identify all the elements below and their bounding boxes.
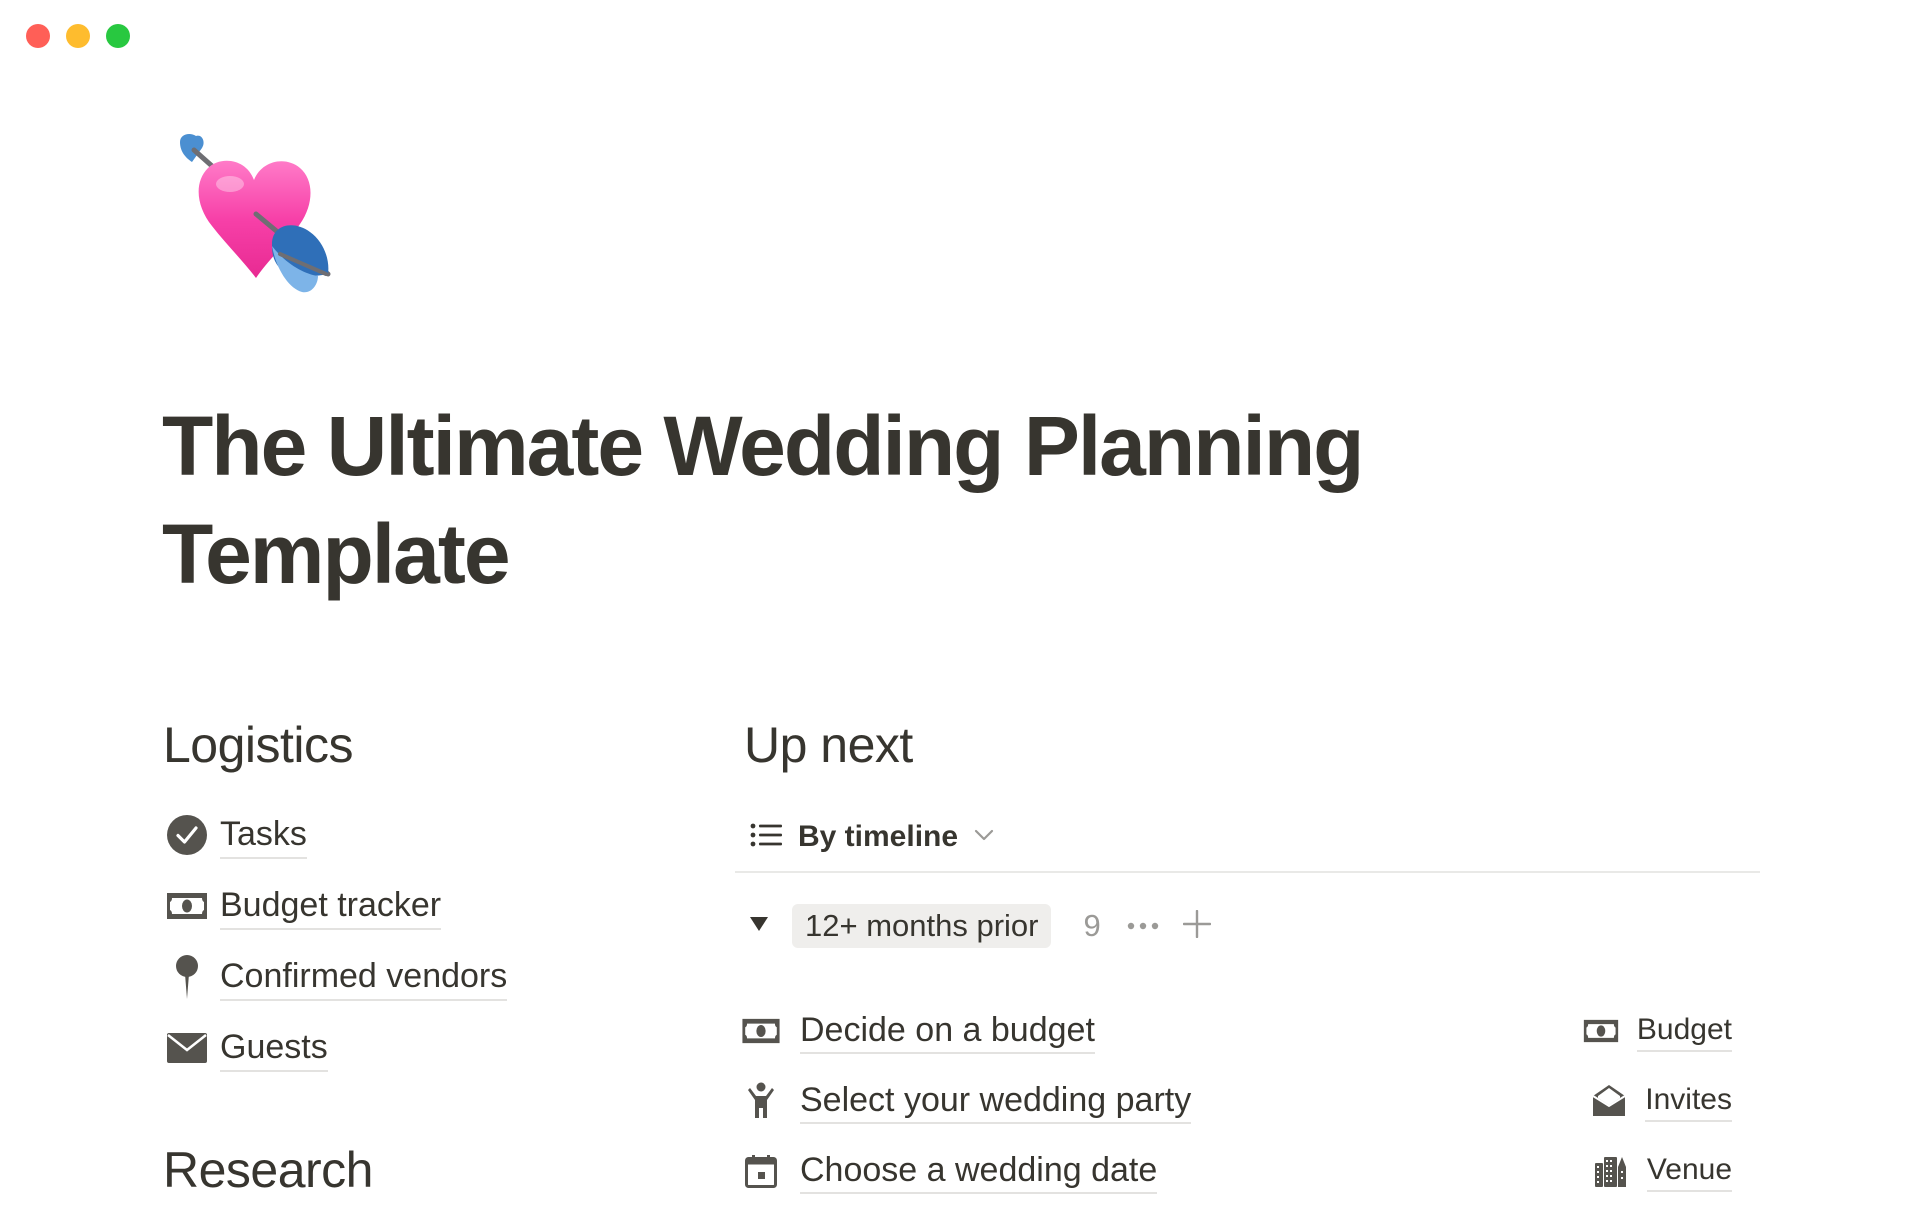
- zoom-window-button[interactable]: [106, 24, 130, 48]
- group-count: 9: [1083, 908, 1101, 943]
- plus-icon: [1182, 909, 1211, 943]
- calendar-icon: [738, 1148, 784, 1194]
- task-category[interactable]: Venue: [1591, 1150, 1732, 1192]
- money-bill-icon: [164, 883, 210, 929]
- group-add-item-button[interactable]: [1182, 909, 1211, 943]
- link-confirmed-vendors-label[interactable]: Confirmed vendors: [220, 954, 508, 1001]
- envelope-icon: [164, 1025, 210, 1071]
- task-row[interactable]: Decide on a budget Budget: [738, 996, 1738, 1066]
- page-title[interactable]: The Ultimate Wedding Planning Template: [162, 392, 1662, 608]
- city-buildings-icon: [1591, 1151, 1631, 1191]
- task-title[interactable]: Decide on a budget: [800, 1008, 1095, 1054]
- person-arms-up-icon: [738, 1078, 784, 1124]
- task-category[interactable]: Budget: [1581, 1010, 1732, 1052]
- check-circle-icon: [164, 812, 210, 858]
- more-horizontal-icon: [1127, 917, 1159, 935]
- task-row[interactable]: Choose a wedding date Venue: [738, 1136, 1738, 1206]
- task-category-label[interactable]: Invites: [1645, 1080, 1732, 1122]
- money-bill-icon: [1581, 1011, 1621, 1051]
- view-selector-label: By timeline: [798, 820, 959, 853]
- task-category[interactable]: Invites: [1589, 1080, 1732, 1122]
- group-more-options-button[interactable]: [1127, 917, 1159, 935]
- window-controls: [26, 24, 130, 48]
- task-title[interactable]: Choose a wedding date: [800, 1148, 1158, 1194]
- task-category-label[interactable]: Venue: [1646, 1150, 1732, 1192]
- list-icon: [750, 823, 782, 852]
- open-envelope-icon: [1589, 1081, 1629, 1121]
- link-budget-tracker[interactable]: Budget tracker: [164, 870, 507, 942]
- logistics-links: Tasks Budget tracker Confirmed vendors G…: [164, 799, 508, 1084]
- group-header-12-months-prior: 12+ months prior 9: [748, 904, 1211, 948]
- pushpin-icon: [164, 954, 210, 1000]
- chevron-down-icon: [974, 828, 994, 846]
- page-icon-heart-with-arrow[interactable]: [168, 128, 340, 300]
- task-title[interactable]: Select your wedding party: [800, 1078, 1192, 1124]
- research-heading: Research: [163, 1142, 374, 1198]
- logistics-heading: Logistics: [163, 717, 354, 773]
- link-confirmed-vendors[interactable]: Confirmed vendors: [164, 941, 508, 1013]
- group-collapse-toggle[interactable]: [748, 915, 770, 937]
- task-list: Decide on a budget Budget Select your we…: [738, 996, 1738, 1206]
- up-next-heading: Up next: [744, 717, 913, 773]
- triangle-down-icon: [749, 916, 769, 937]
- group-label-pill: 12+ months prior: [792, 904, 1052, 948]
- link-guests-label[interactable]: Guests: [220, 1025, 328, 1072]
- minimize-window-button[interactable]: [66, 24, 90, 48]
- link-budget-tracker-label[interactable]: Budget tracker: [220, 883, 442, 930]
- link-tasks-label[interactable]: Tasks: [220, 812, 307, 859]
- link-tasks[interactable]: Tasks: [164, 799, 507, 871]
- close-window-button[interactable]: [26, 24, 50, 48]
- task-row[interactable]: Select your wedding party Invites: [738, 1066, 1738, 1136]
- link-guests[interactable]: Guests: [164, 1012, 507, 1084]
- view-selector-by-timeline[interactable]: By timeline: [750, 820, 994, 854]
- money-bill-icon: [738, 1008, 784, 1054]
- view-divider: [735, 871, 1760, 873]
- task-category-label[interactable]: Budget: [1636, 1010, 1732, 1052]
